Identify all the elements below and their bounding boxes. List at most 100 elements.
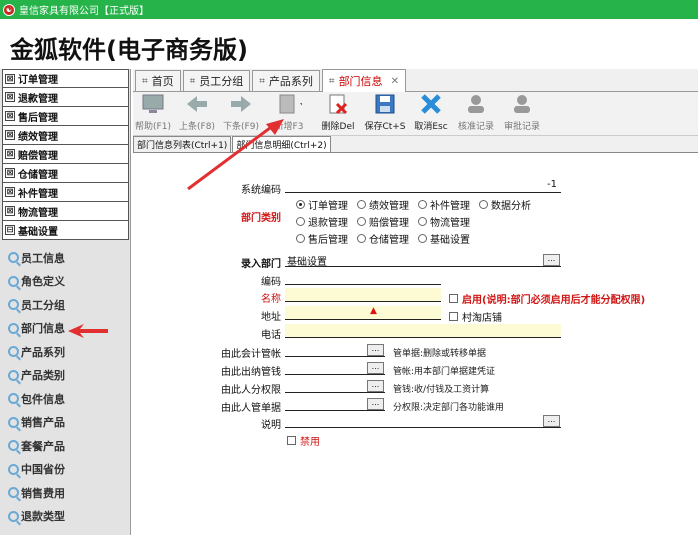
radio-refund-mgmt[interactable]: 退款管理 — [296, 214, 348, 229]
submenu-combo-product[interactable]: 套餐产品 — [0, 434, 130, 458]
expand-box-icon: ⊠ — [5, 92, 15, 102]
radio-parts-mgmt[interactable]: 补件管理 — [418, 197, 470, 212]
submenu-sales-expense[interactable]: 销售费用 — [0, 481, 130, 505]
submenu-role-def[interactable]: 角色定义 — [0, 270, 130, 294]
menu-item-compensation[interactable]: ⊠ 赔偿管理 — [2, 145, 129, 164]
radio-selected-icon — [296, 200, 305, 209]
description-label: 说明 — [261, 420, 281, 431]
dept-type-label: 部门类别 — [241, 213, 281, 224]
review-record-button[interactable]: 核准记录 — [455, 91, 497, 135]
menu-item-warehouse[interactable]: ⊠ 仓储管理 — [2, 164, 129, 183]
checkbox-icon — [449, 312, 458, 321]
expand-box-icon: ⊠ — [5, 206, 15, 216]
arrow-right-icon — [228, 91, 254, 117]
expand-box-icon: ⊠ — [5, 149, 15, 159]
tab-home[interactable]: ⌗ 首页 — [135, 70, 181, 91]
menu-item-aftersale[interactable]: ⊠ 售后管理 — [2, 107, 129, 126]
tab-employee-group[interactable]: ⌗ 员工分组 — [182, 70, 251, 91]
disabled-checkbox[interactable]: 禁用 — [287, 433, 320, 448]
tab-dept-info[interactable]: ⌗ 部门信息 ✕ — [321, 69, 406, 92]
audit-record-button[interactable]: 审批记录 — [501, 91, 543, 135]
help-button[interactable]: 帮助(F1) — [133, 91, 173, 135]
search-icon — [8, 346, 19, 358]
radio-performance-mgmt[interactable]: 绩效管理 — [357, 197, 409, 212]
phone-label: 电话 — [261, 330, 281, 341]
radio-icon — [418, 234, 427, 243]
entry-dept-label: 录入部门 — [241, 259, 281, 270]
menu-item-logistics[interactable]: ⊠ 物流管理 — [2, 202, 129, 221]
radio-order-mgmt[interactable]: 订单管理 — [296, 197, 348, 212]
radio-warehouse-mgmt[interactable]: 仓储管理 — [357, 231, 409, 246]
window-title: 皇信家具有限公司【正式版】 — [19, 6, 149, 17]
search-icon — [8, 463, 19, 475]
window-titlebar: ☯ 皇信家具有限公司【正式版】 — [0, 0, 698, 19]
system-code-field: -1 — [285, 179, 561, 193]
arrow-left-icon — [184, 91, 210, 117]
submenu-product-category[interactable]: 产品类别 — [0, 364, 130, 388]
radio-data-analysis[interactable]: 数据分析 — [479, 197, 531, 212]
submenu-employee-group[interactable]: 员工分组 — [0, 293, 130, 317]
radio-compensation-mgmt[interactable]: 赔偿管理 — [357, 214, 409, 229]
dept-form: 系统编码 -1 部门类别 订单管理 绩效管理 补件管理 数据分析 退款管理 赔偿… — [133, 153, 698, 535]
warning-triangle-icon: ▲ — [370, 306, 377, 316]
submenu-employee-info[interactable]: 员工信息 — [0, 246, 130, 270]
tab-icon: ⌗ — [259, 75, 265, 87]
note-accounts: 管帐:用本部门单据建凭证 — [393, 367, 496, 377]
tab-bar: ⌗ 首页 ⌗ 员工分组 ⌗ 产品系列 ⌗ 部门信息 ✕ — [133, 69, 698, 92]
description-picker-button[interactable]: ... — [543, 415, 560, 427]
submenu-product-series[interactable]: 产品系列 — [0, 340, 130, 364]
checkbox-icon — [287, 436, 296, 445]
radio-icon — [357, 200, 366, 209]
permission-picker-button[interactable]: ... — [367, 380, 384, 392]
cancel-x-icon — [418, 91, 444, 117]
village-shop-checkbox[interactable]: 村淘店铺 — [449, 309, 502, 324]
submenu-package-info[interactable]: 包件信息 — [0, 387, 130, 411]
search-icon — [8, 440, 19, 452]
expand-box-icon: ⊠ — [5, 111, 15, 121]
new-document-icon — [276, 91, 302, 117]
submenu-refund-type[interactable]: 退款类型 — [0, 505, 130, 529]
name-field[interactable] — [285, 288, 441, 302]
search-icon — [8, 393, 19, 405]
note-cash: 管钱:收/付钱及工资计算 — [393, 385, 490, 395]
collapse-box-icon: ⊟ — [5, 225, 15, 235]
entry-dept-field[interactable]: 基础设置 — [285, 253, 561, 268]
cancel-button[interactable]: 取消Esc — [411, 91, 451, 135]
entry-dept-picker-button[interactable]: ... — [543, 254, 560, 266]
expand-box-icon: ⊠ — [5, 130, 15, 140]
search-icon — [8, 510, 19, 522]
menu-item-order[interactable]: ⊠ 订单管理 — [2, 69, 129, 88]
menu-item-parts[interactable]: ⊠ 补件管理 — [2, 183, 129, 202]
monitor-icon — [140, 91, 166, 117]
floppy-disk-icon — [372, 91, 398, 117]
expand-box-icon: ⊠ — [5, 187, 15, 197]
note-permissions: 分权限:决定部门各功能谁用 — [393, 403, 505, 413]
radio-basic-settings[interactable]: 基础设置 — [418, 231, 470, 246]
accountant-picker-button[interactable]: ... — [367, 344, 384, 356]
save-button[interactable]: 保存Ct+S — [363, 91, 407, 135]
submenu-dept-info[interactable]: 部门信息 — [0, 317, 130, 341]
close-icon[interactable]: ✕ — [391, 76, 399, 87]
menu-item-performance[interactable]: ⊠ 绩效管理 — [2, 126, 129, 145]
radio-logistics-mgmt[interactable]: 物流管理 — [418, 214, 470, 229]
address-field[interactable] — [285, 306, 441, 320]
permission-label: 由此人分权限 — [221, 385, 281, 396]
name-label: 名称 — [261, 294, 281, 305]
radio-icon — [296, 234, 305, 243]
menu-item-refund[interactable]: ⊠ 退款管理 — [2, 88, 129, 107]
sidebar: ⊠ 订单管理 ⊠ 退款管理 ⊠ 售后管理 ⊠ 绩效管理 ⊠ 赔偿管理 ⊠ 仓储管理 ⊠ 补件管… — [0, 69, 131, 535]
description-field[interactable] — [285, 414, 561, 428]
doc-manager-picker-button[interactable]: ... — [367, 398, 384, 410]
phone-field[interactable] — [285, 324, 561, 338]
cashier-picker-button[interactable]: ... — [367, 362, 384, 374]
delete-button[interactable]: 删除Del — [317, 91, 359, 135]
menu-item-basic-settings[interactable]: ⊟ 基础设置 — [2, 221, 129, 240]
submenu-china-province[interactable]: 中国省份 — [0, 458, 130, 482]
menu-list: ⊠ 订单管理 ⊠ 退款管理 ⊠ 售后管理 ⊠ 绩效管理 ⊠ 赔偿管理 ⊠ 仓储管理 ⊠ 补件管… — [0, 69, 130, 240]
radio-aftersale-mgmt[interactable]: 售后管理 — [296, 231, 348, 246]
doc-manager-label: 由此人管单据 — [221, 403, 281, 414]
tab-product-series[interactable]: ⌗ 产品系列 — [252, 70, 320, 91]
enable-checkbox[interactable]: 启用(说明:部门必须启用后才能分配权限) — [449, 291, 645, 306]
code-field[interactable] — [285, 271, 441, 285]
submenu-sales-product[interactable]: 销售产品 — [0, 411, 130, 435]
